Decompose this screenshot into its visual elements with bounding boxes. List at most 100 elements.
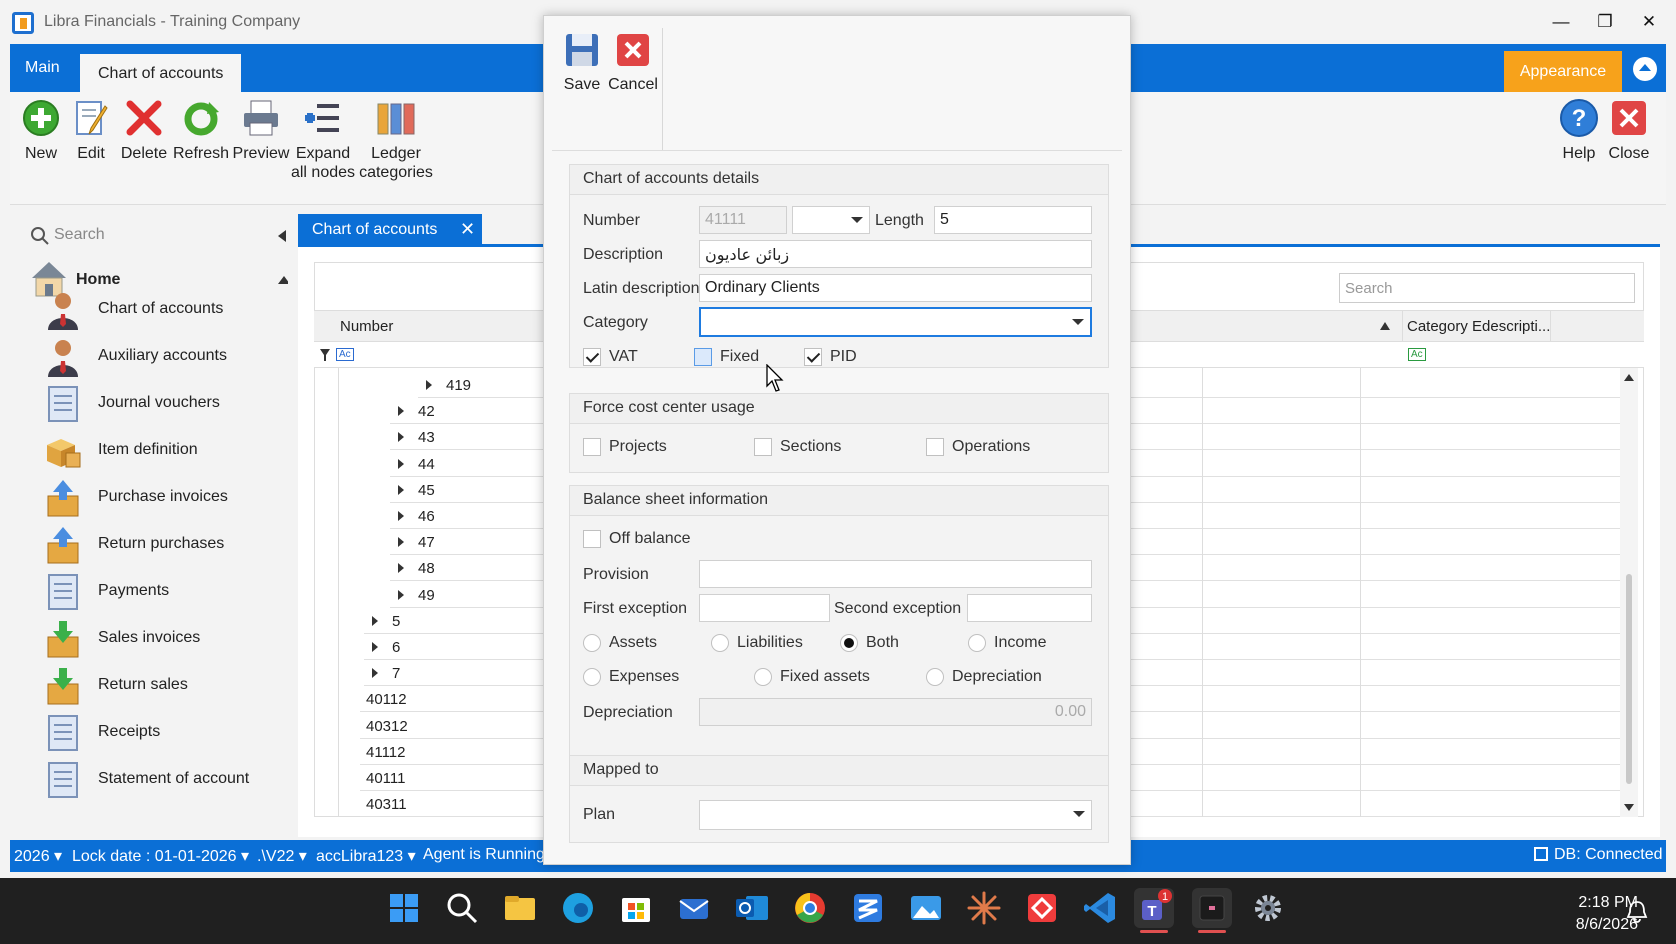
number-suffix-select[interactable] — [792, 206, 870, 234]
vscode-icon[interactable] — [1082, 890, 1118, 926]
sidebar-item-chart-of-accounts[interactable]: Chart of accounts — [44, 286, 284, 332]
expenses-radio[interactable] — [583, 668, 601, 686]
sort-asc-icon[interactable] — [1380, 322, 1390, 330]
first-exception-field[interactable] — [699, 594, 830, 622]
category-select[interactable] — [699, 307, 1092, 337]
scroll-up-icon[interactable] — [1624, 374, 1634, 381]
doc-tab-chart-of-accounts[interactable]: Chart of accounts ✕ — [298, 214, 482, 246]
terminal-app-icon[interactable] — [1192, 888, 1232, 933]
photos-icon[interactable] — [908, 890, 944, 926]
expand-arrow-icon[interactable] — [398, 589, 404, 600]
tab-main[interactable]: Main — [10, 44, 75, 92]
sidebar-item-auxiliary-accounts[interactable]: Auxiliary accounts — [44, 333, 284, 379]
file-explorer-icon[interactable] — [502, 890, 538, 926]
notification-bell-icon[interactable] — [1626, 900, 1648, 924]
year-selector[interactable]: 2026 ▾ — [14, 846, 62, 866]
plan-select[interactable] — [699, 800, 1092, 830]
expand-arrow-icon[interactable] — [398, 432, 404, 443]
sections-checkbox[interactable] — [754, 438, 772, 456]
collapse-sidebar-icon[interactable] — [278, 230, 288, 242]
provision-field[interactable] — [699, 560, 1092, 588]
settings-icon[interactable] — [1250, 890, 1286, 926]
column-category-edescription[interactable]: Category Edescripti... — [1407, 318, 1550, 335]
expand-arrow-icon[interactable] — [398, 406, 404, 417]
latin-description-field[interactable]: Ordinary Clients — [699, 274, 1092, 302]
sidebar-item-return-sales[interactable]: Return sales — [44, 662, 284, 708]
path-selector[interactable]: .\V22 ▾ — [257, 846, 307, 866]
depreciation-radio[interactable] — [926, 668, 944, 686]
close-window-button[interactable]: ✕ — [1634, 8, 1664, 36]
expand-arrow-icon[interactable] — [398, 458, 404, 469]
scroll-thumb[interactable] — [1626, 574, 1632, 784]
sidebar-item-journal-vouchers[interactable]: Journal vouchers — [44, 380, 284, 426]
operations-checkbox[interactable] — [926, 438, 944, 456]
text-filter-icon[interactable]: Ac — [336, 348, 354, 361]
store-icon[interactable] — [618, 890, 654, 926]
sidebar-item-sales-invoices[interactable]: Sales invoices — [44, 615, 284, 661]
sidebar-item-return-purchases[interactable]: Return purchases — [44, 521, 284, 567]
filter-icon[interactable] — [320, 349, 330, 361]
sidebar-item-item-definition[interactable]: Item definition — [44, 427, 284, 473]
sidebar-item-statement-of-account[interactable]: Statement of account — [44, 756, 284, 802]
minimize-button[interactable]: — — [1546, 8, 1576, 36]
search-icon[interactable] — [444, 890, 480, 926]
outlook-icon[interactable] — [734, 890, 770, 926]
fixed-assets-radio[interactable] — [754, 668, 772, 686]
pid-checkbox[interactable] — [804, 348, 822, 366]
length-field[interactable]: 5 — [934, 206, 1092, 234]
income-radio[interactable] — [968, 634, 986, 652]
cancel-button[interactable]: Cancel — [603, 32, 663, 94]
fixed-checkbox[interactable] — [694, 348, 712, 366]
delete-button[interactable]: Delete — [114, 98, 174, 163]
expand-arrow-icon[interactable] — [426, 380, 432, 390]
expand-all-nodes-button[interactable]: Expand all nodes — [286, 98, 360, 182]
vat-checkbox[interactable] — [583, 348, 601, 366]
scroll-down-icon[interactable] — [1624, 804, 1634, 811]
sidebar-search[interactable]: Search — [20, 222, 286, 250]
description-field[interactable]: زبائن عاديون — [699, 240, 1092, 268]
off-balance-checkbox[interactable] — [583, 530, 601, 548]
appearance-button[interactable]: Appearance — [1504, 51, 1622, 92]
second-exception-field[interactable] — [967, 594, 1092, 622]
expand-arrow-icon[interactable] — [398, 484, 404, 495]
clock[interactable]: 2:18 PM 8/6/2026 — [1538, 892, 1638, 936]
chrome-icon[interactable] — [792, 890, 828, 926]
claude-icon[interactable] — [966, 890, 1002, 926]
sidebar-item-receipts[interactable]: Receipts — [44, 709, 284, 755]
close-button[interactable]: Close — [1604, 98, 1654, 163]
ledger-categories-button[interactable]: Ledger categories — [356, 98, 436, 182]
both-radio[interactable] — [840, 634, 858, 652]
edge-icon[interactable] — [560, 890, 596, 926]
expand-arrow-icon[interactable] — [372, 668, 378, 679]
grid-search-input[interactable]: Search — [1339, 273, 1635, 303]
help-button[interactable]: ? Help — [1554, 98, 1604, 163]
column-number[interactable]: Number — [340, 318, 393, 335]
lock-date-selector[interactable]: Lock date : 01-01-2026 ▾ — [72, 846, 249, 866]
tab-chart-of-accounts[interactable]: Chart of accounts — [80, 54, 242, 92]
sidebar-item-purchase-invoices[interactable]: Purchase invoices — [44, 474, 284, 520]
expand-arrow-icon[interactable] — [372, 642, 378, 652]
app-icon[interactable] — [850, 890, 886, 926]
preview-button[interactable]: Preview — [228, 98, 294, 163]
restore-button[interactable]: ❐ — [1590, 8, 1620, 36]
teams-icon[interactable]: T1 — [1134, 888, 1174, 933]
chevron-up-icon[interactable] — [278, 276, 288, 284]
expand-arrow-icon[interactable] — [398, 511, 404, 521]
sidebar-item-payments[interactable]: Payments — [44, 568, 284, 614]
collapse-ribbon-icon[interactable] — [1633, 57, 1657, 81]
mail-icon[interactable] — [676, 890, 712, 926]
edit-button[interactable]: Edit — [66, 98, 116, 163]
text-filter-icon[interactable]: Ac — [1408, 348, 1426, 361]
user-selector[interactable]: accLibra123 ▾ — [316, 846, 416, 866]
expand-arrow-icon[interactable] — [398, 563, 404, 574]
start-icon[interactable] — [386, 890, 422, 926]
grid-scrollbar[interactable] — [1620, 368, 1638, 817]
projects-checkbox[interactable] — [583, 438, 601, 456]
new-button[interactable]: New — [16, 98, 66, 163]
expand-arrow-icon[interactable] — [372, 615, 378, 626]
refresh-button[interactable]: Refresh — [168, 98, 234, 163]
liabilities-radio[interactable] — [711, 634, 729, 652]
anydesk-icon[interactable] — [1024, 890, 1060, 926]
assets-radio[interactable] — [583, 634, 601, 652]
close-tab-icon[interactable]: ✕ — [460, 219, 475, 240]
